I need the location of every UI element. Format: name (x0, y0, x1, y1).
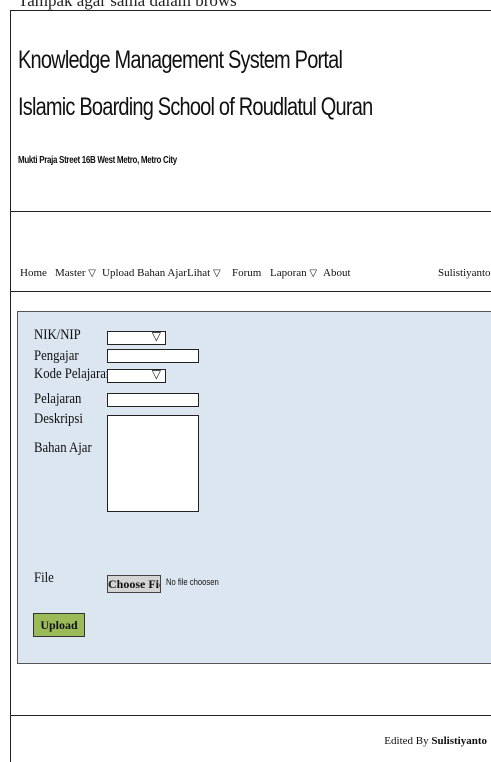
user-name: Sulistiyanto (438, 267, 491, 279)
page-title: Knowledge Management System Portal (18, 46, 343, 74)
nav-item-master-label: Master (55, 267, 86, 279)
choose-file-button[interactable]: Choose Fiel (107, 575, 161, 593)
no-file-status: No file choosen (166, 577, 219, 587)
chevron-down-icon: ▽ (212, 268, 221, 279)
chevron-down-icon: ▽ (151, 329, 161, 343)
user-menu[interactable]: Sulistiyanto ▽ (438, 267, 491, 279)
footer-divider (10, 715, 491, 716)
chevron-down-icon: ▽ (309, 268, 318, 279)
label-nik: NIK/NIP (34, 327, 81, 343)
label-kode-pelajaran: Kode Pelajaran (34, 366, 113, 382)
nav-item-home[interactable]: Home (20, 267, 47, 279)
nav-item-laporan-label: Laporan (270, 267, 307, 279)
nav-divider (10, 291, 491, 292)
footer-credit: Edited By Sulistiyanto (384, 735, 487, 747)
label-pengajar: Pengajar (34, 348, 79, 364)
main-nav: Home Master ▽ Upload Bahan Ajar Lihat ▽ … (20, 267, 491, 283)
kode-pelajaran-select[interactable]: ▽ (107, 367, 166, 383)
footer-author: Sulistiyanto (431, 735, 487, 747)
chevron-down-icon: ▽ (151, 367, 161, 381)
nav-item-about[interactable]: About (323, 267, 351, 279)
header-divider (10, 211, 491, 212)
frame-top-border (10, 10, 491, 11)
nav-item-lihat-label: Lihat (187, 267, 211, 279)
page-subtitle: Islamic Boarding School of Roudlatul Qur… (18, 93, 373, 121)
upload-form-panel: NIK/NIP ▽ Pengajar Kode Pelajaran ▽ Pela… (17, 311, 491, 664)
pelajaran-field[interactable] (107, 393, 199, 407)
chevron-down-icon: ▽ (88, 268, 96, 279)
nav-item-upload-bahan-ajar[interactable]: Upload Bahan Ajar (102, 267, 187, 279)
label-bahan-ajar: Bahan Ajar (34, 440, 92, 456)
nav-item-lihat[interactable]: Lihat ▽ (187, 267, 221, 279)
nik-select[interactable]: ▽ (107, 329, 166, 345)
school-address: Mukti Praja Street 16B West Metro, Metro… (18, 155, 177, 166)
pengajar-field[interactable] (107, 349, 199, 363)
nav-item-forum[interactable]: Forum (232, 267, 261, 279)
deskripsi-textarea[interactable] (107, 415, 199, 512)
label-file: File (34, 570, 54, 586)
label-deskripsi: Deskripsi (34, 411, 83, 427)
label-pelajaran: Pelajaran (34, 391, 82, 407)
frame-left-border (10, 10, 11, 762)
nav-item-laporan[interactable]: Laporan ▽ (270, 267, 317, 279)
footer-prefix: Edited By (384, 735, 429, 747)
upload-button[interactable]: Upload (33, 613, 85, 637)
nav-item-master[interactable]: Master ▽ (55, 267, 96, 279)
